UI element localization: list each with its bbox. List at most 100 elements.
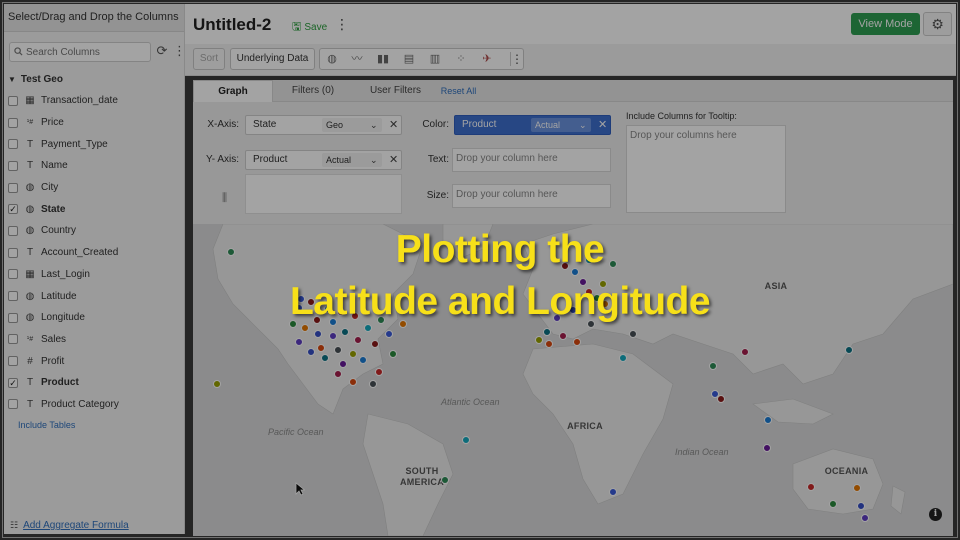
map-point[interactable] [341, 328, 349, 336]
axis-swap-icon[interactable]: ⫼ [222, 192, 227, 205]
map-point[interactable] [559, 332, 567, 340]
field-item[interactable]: ◍ Longitude [4, 307, 185, 329]
field-checkbox[interactable]: ✓ [8, 204, 18, 215]
field-checkbox[interactable] [8, 291, 18, 302]
tooltip-dropzone[interactable]: Drop your columns here [626, 125, 786, 213]
map-point[interactable] [349, 350, 357, 358]
map-point[interactable] [441, 476, 449, 484]
chevron-down-icon[interactable]: ⌄ [370, 151, 378, 169]
map-point[interactable] [845, 346, 853, 354]
search-input[interactable] [26, 45, 146, 59]
field-item[interactable]: ◍ Latitude [4, 285, 185, 307]
map-point[interactable] [764, 416, 772, 424]
underlying-data-button[interactable]: Underlying Data [230, 48, 315, 70]
close-icon[interactable]: ✕ [389, 151, 398, 169]
scatter-chart-icon[interactable]: ⁘ [452, 52, 470, 66]
field-item[interactable]: ¹# Price [4, 112, 185, 134]
map-point[interactable] [334, 346, 342, 354]
sort-button[interactable]: Sort [193, 48, 225, 70]
map-point[interactable] [334, 370, 342, 378]
stacked-bar-icon[interactable]: ▤ [400, 52, 418, 66]
bar-chart-icon[interactable]: ▮▮ [374, 52, 392, 66]
field-checkbox[interactable] [8, 139, 18, 150]
map-point[interactable] [321, 354, 329, 362]
y-axis-drop-area[interactable] [245, 174, 402, 214]
close-icon[interactable]: ✕ [389, 116, 398, 134]
title-menu-icon[interactable]: ⋮ [335, 16, 349, 33]
map-point[interactable] [339, 360, 347, 368]
map-point[interactable] [853, 484, 861, 492]
map-point[interactable] [354, 336, 362, 344]
field-checkbox[interactable] [8, 95, 18, 106]
map-point[interactable] [329, 332, 337, 340]
more-chart-types-icon[interactable]: ⋮ [510, 52, 523, 66]
field-checkbox[interactable]: ✓ [8, 377, 18, 388]
chevron-down-icon[interactable]: ⌄ [579, 116, 587, 134]
field-checkbox[interactable] [8, 182, 18, 193]
gear-icon[interactable]: ⚙ [923, 12, 952, 36]
map-point[interactable] [545, 340, 553, 348]
panel-menu-icon[interactable]: ⋮ [173, 44, 186, 58]
map-point[interactable] [543, 328, 551, 336]
map-point[interactable] [369, 380, 377, 388]
map-point[interactable] [609, 488, 617, 496]
field-item[interactable]: ◍ City [4, 177, 185, 199]
field-checkbox[interactable] [8, 225, 18, 236]
map-point[interactable] [295, 338, 303, 346]
map-point[interactable] [375, 368, 383, 376]
tab-filters[interactable]: Filters (0) [278, 80, 348, 102]
map-point[interactable] [717, 395, 725, 403]
field-checkbox[interactable] [8, 356, 18, 367]
map-point[interactable] [763, 444, 771, 452]
map-point[interactable] [349, 378, 357, 386]
map-point[interactable] [385, 330, 393, 338]
map-point[interactable] [389, 350, 397, 358]
field-item[interactable]: T Product Category [4, 394, 185, 416]
field-item[interactable]: T Name [4, 155, 185, 177]
field-checkbox[interactable] [8, 117, 18, 128]
geo-chart-icon[interactable]: ✈ [478, 52, 496, 66]
column-chart-icon[interactable]: ▥ [426, 52, 444, 66]
field-item[interactable]: T Payment_Type [4, 133, 185, 155]
map-point[interactable] [861, 514, 869, 522]
map-point[interactable] [535, 336, 543, 344]
close-icon[interactable]: ✕ [598, 116, 607, 134]
chevron-down-icon[interactable]: ⌄ [370, 116, 378, 134]
y-axis-pill[interactable]: Product Actual ⌄ ✕ [245, 150, 402, 170]
map-point[interactable] [829, 500, 837, 508]
field-item[interactable]: T Account_Created [4, 242, 185, 264]
include-tables-link[interactable]: Include Tables [18, 420, 75, 430]
field-item[interactable]: ◍ Country [4, 220, 185, 242]
field-item[interactable]: ¹# Sales [4, 329, 185, 351]
map-point[interactable] [709, 362, 717, 370]
field-checkbox[interactable] [8, 160, 18, 171]
save-button[interactable]: 🖫 Save [292, 18, 327, 37]
text-dropzone[interactable]: Drop your column here [452, 148, 611, 172]
map-point[interactable] [807, 483, 815, 491]
map-point[interactable] [307, 348, 315, 356]
field-item[interactable]: ▦ Transaction_date [4, 90, 185, 112]
field-checkbox[interactable] [8, 247, 18, 258]
add-aggregate-formula-link[interactable]: Add Aggregate Formula [23, 520, 129, 531]
map-point[interactable] [317, 344, 325, 352]
field-checkbox[interactable] [8, 269, 18, 280]
report-title[interactable]: Untitled-2 [193, 15, 271, 35]
map-point[interactable] [371, 340, 379, 348]
map-point[interactable] [629, 330, 637, 338]
line-chart-icon[interactable]: 〰 [348, 52, 366, 66]
field-item[interactable]: ✓ T Product [4, 372, 185, 394]
info-icon[interactable]: i [929, 508, 942, 521]
field-item[interactable]: ✓ ◍ State [4, 198, 185, 220]
field-item[interactable]: # Profit [4, 350, 185, 372]
size-dropzone[interactable]: Drop your column here [452, 184, 611, 208]
color-pill[interactable]: Product Actual ⌄ ✕ [454, 115, 611, 135]
map-point[interactable] [573, 338, 581, 346]
add-aggregate-formula[interactable]: ☷ Add Aggregate Formula [10, 520, 129, 531]
table-node[interactable]: ▼ Test Geo [8, 72, 63, 86]
map-point[interactable] [619, 354, 627, 362]
search-box[interactable] [9, 42, 151, 62]
tab-graph[interactable]: Graph [193, 80, 273, 102]
field-checkbox[interactable] [8, 312, 18, 323]
field-checkbox[interactable] [8, 334, 18, 345]
map-point[interactable] [359, 356, 367, 364]
